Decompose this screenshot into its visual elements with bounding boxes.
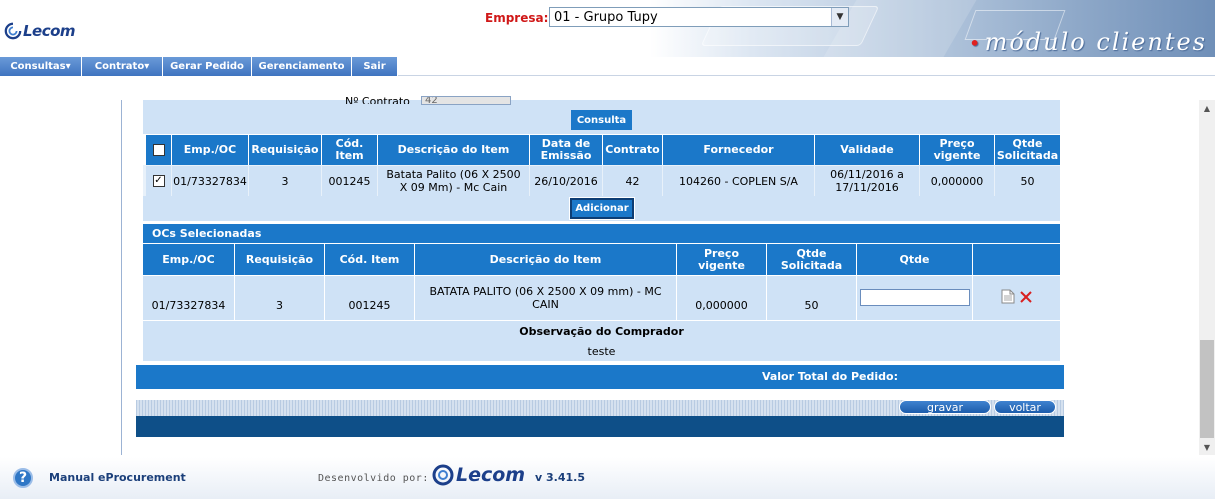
gravar-button[interactable]: gravar — [899, 400, 991, 414]
row-preco: 0,000000 — [920, 166, 994, 196]
filter-row — [143, 100, 1060, 108]
scroll-up-icon[interactable]: ▲ — [1199, 100, 1215, 116]
company-select[interactable]: 01 - Grupo Tupy ▼ — [549, 7, 849, 27]
col-cod-item[interactable]: Cód. Item — [322, 135, 377, 165]
developed-by-label: Desenvolvido por: — [318, 473, 429, 484]
total-label: Valor Total do Pedido: — [136, 365, 1064, 389]
sel-col-cod-item: Cód. Item — [325, 244, 414, 275]
contract-label: Nº Contrato — [345, 96, 410, 104]
module-title: •módulo clientes — [968, 28, 1207, 56]
row-validade: 06/11/2016 a 17/11/2016 — [815, 166, 919, 196]
col-requisicao[interactable]: Requisição — [249, 135, 321, 165]
sel-col-preco: Preço vigente — [677, 244, 766, 275]
lecom-swirl-icon — [4, 22, 22, 40]
help-icon[interactable]: ? — [13, 468, 33, 488]
sel-row-emp-oc: 01/73327834 — [143, 276, 234, 320]
sel-col-emp-oc: Emp./OC — [143, 244, 234, 275]
col-preco-vigente[interactable]: Preço vigente — [920, 135, 994, 165]
row-requisicao: 3 — [249, 166, 321, 196]
col-emp-oc[interactable]: Emp./OC — [172, 135, 248, 165]
sel-col-qtde-solicitada: Qtde Solicitada — [767, 244, 856, 275]
select-all-checkbox[interactable] — [152, 144, 165, 156]
action-bar-footer — [136, 416, 1064, 437]
select-all-cell — [146, 135, 171, 165]
contract-input[interactable]: 42 — [421, 96, 511, 105]
vertical-scrollbar[interactable]: ▲ ▼ — [1199, 100, 1215, 455]
col-fornecedor[interactable]: Fornecedor — [663, 135, 814, 165]
sel-row-descricao: BATATA PALITO (06 X 2500 X 09 mm) - MC C… — [415, 276, 676, 320]
col-validade[interactable]: Validade — [815, 135, 919, 165]
menu-sair[interactable]: Sair — [352, 57, 398, 76]
menu-bar: Consultas▾ Contrato▾ Gerar Pedido Gerenc… — [0, 57, 1215, 76]
sel-row-cod-item: 001245 — [325, 276, 414, 320]
col-qtde-solicitada[interactable]: Qtde Solicitada — [995, 135, 1060, 165]
col-contrato[interactable]: Contrato — [603, 135, 662, 165]
obs-value: teste — [143, 342, 1060, 361]
row-data-emissao: 26/10/2016 — [530, 166, 602, 196]
row-qtde: 50 — [995, 166, 1060, 196]
company-label: Empresa: — [485, 11, 549, 25]
scroll-thumb[interactable] — [1200, 340, 1214, 438]
sel-row-requisicao: 3 — [235, 276, 324, 320]
logo-text: Lecom — [23, 22, 76, 40]
row-contrato: 42 — [603, 166, 662, 196]
scroll-down-icon[interactable]: ▼ — [1199, 439, 1215, 455]
chevron-down-icon[interactable]: ▼ — [831, 8, 848, 26]
footer-lecom-logo: Lecom — [432, 464, 525, 486]
sel-row-preco: 0,000000 — [677, 276, 766, 320]
row-checkbox[interactable]: ✓ — [152, 175, 165, 187]
col-data-emissao[interactable]: Data de Emissão — [530, 135, 602, 165]
sel-col-descricao: Descrição do Item — [415, 244, 676, 275]
menu-consultas[interactable]: Consultas▾ — [0, 57, 82, 76]
sel-row-actions — [973, 276, 1060, 320]
voltar-button[interactable]: voltar — [994, 400, 1056, 414]
menu-gerar-pedido[interactable]: Gerar Pedido — [163, 57, 252, 76]
row-fornecedor: 104260 - COPLEN S/A — [663, 166, 814, 196]
row-descricao: Batata Palito (06 X 2500 X 09 Mm) - Mc C… — [378, 166, 529, 196]
obs-label: Observação do Comprador — [143, 321, 1060, 342]
row-cod-item: 001245 — [322, 166, 377, 196]
footer-logo-text: Lecom — [456, 464, 526, 486]
company-select-value: 01 - Grupo Tupy — [554, 9, 658, 25]
row-emp-oc: 01/73327834 — [172, 166, 248, 196]
adicionar-button[interactable]: Adicionar — [569, 197, 635, 220]
lecom-logo: Lecom — [4, 18, 76, 44]
manual-link[interactable]: Manual eProcurement — [49, 471, 186, 484]
qtde-input[interactable] — [860, 289, 970, 306]
row-checkbox-cell: ✓ — [146, 166, 171, 196]
selected-section-title: OCs Selecionadas — [143, 224, 1060, 243]
lecom-ring-icon — [432, 464, 454, 486]
menu-contrato[interactable]: Contrato▾ — [82, 57, 163, 76]
delete-icon[interactable] — [1019, 290, 1033, 304]
sel-row-qtde-solicitada: 50 — [767, 276, 856, 320]
consulta-button[interactable]: Consulta — [571, 110, 632, 130]
col-descricao[interactable]: Descrição do Item — [378, 135, 529, 165]
sel-col-actions — [973, 244, 1060, 275]
sel-col-qtde: Qtde — [857, 244, 972, 275]
app-header: Lecom •módulo clientes Empresa: 01 - Gru… — [0, 0, 1215, 57]
version-label: v 3.41.5 — [535, 471, 585, 484]
sel-col-requisicao: Requisição — [235, 244, 324, 275]
document-icon[interactable] — [1001, 289, 1015, 304]
menu-gerenciamento[interactable]: Gerenciamento — [252, 57, 352, 76]
